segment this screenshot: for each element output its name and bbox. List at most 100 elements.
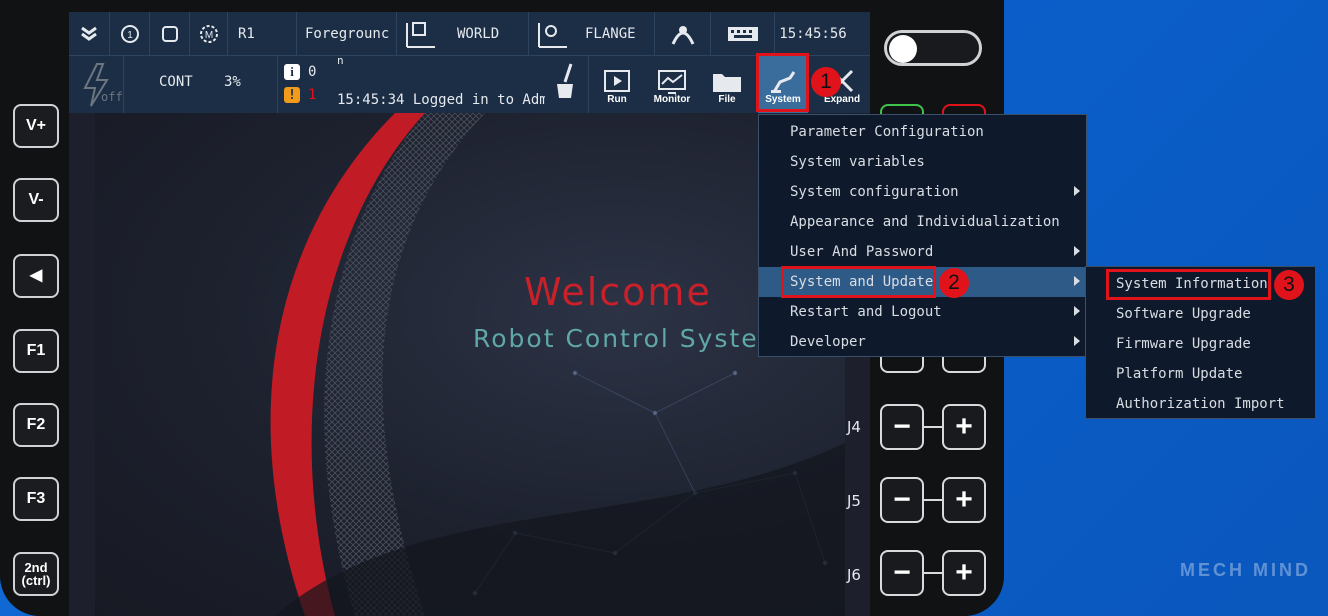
tool-frame-label: FLANGE (585, 25, 636, 42)
run-label: Run (607, 94, 627, 105)
jog-j3-minus-key[interactable] (880, 357, 924, 373)
f1-key[interactable]: F1 (13, 329, 59, 373)
menu-item-system-variables[interactable]: System variables (759, 147, 1086, 177)
jog-j3-plus-key[interactable] (942, 357, 986, 373)
monitor-icon (658, 70, 686, 94)
highlight-system-button (756, 53, 809, 112)
jog-j4-connector (924, 426, 942, 428)
submenu-arrow-icon (1074, 186, 1080, 196)
menu-item-system-configuration[interactable]: System configuration (759, 177, 1086, 207)
info-counter[interactable]: i 0 (284, 64, 316, 80)
info-count: 0 (308, 64, 317, 80)
toolbar: off CONT 3% i 0 ! 1 n 15:45:34 Logged in… (69, 54, 870, 113)
main-content (69, 113, 870, 616)
run-button[interactable]: Run (597, 56, 637, 113)
mechmind-watermark: MECH MIND (1180, 560, 1311, 580)
system-menu: Parameter Configuration System variables… (758, 114, 1087, 357)
enable-toggle[interactable] (884, 30, 982, 66)
clear-log-icon[interactable] (553, 62, 579, 106)
stop-state-icon[interactable] (150, 12, 190, 55)
menu-item-label: Appearance and Individualization (790, 214, 1060, 230)
power-indicator[interactable]: off (69, 56, 124, 113)
program-mode[interactable]: Foregrounc (297, 12, 397, 55)
jog-j6: − + (880, 550, 988, 596)
monitor-button[interactable]: Monitor (649, 56, 695, 113)
info-icon: i (284, 64, 300, 80)
joint-j4-label: J4 (847, 418, 861, 436)
toggle-knob (889, 35, 917, 63)
submenu-item-label: Firmware Upgrade (1116, 336, 1251, 352)
submenu-item-platform-update[interactable]: Platform Update (1086, 359, 1315, 389)
back-key[interactable]: ◀ (13, 254, 59, 298)
keyboard-icon[interactable] (711, 12, 775, 55)
menu-item-label: System configuration (790, 184, 959, 200)
menu-item-restart-logout[interactable]: Restart and Logout (759, 297, 1086, 327)
run-mode[interactable]: CONT (159, 74, 193, 90)
jog-j5-minus-key[interactable]: − (880, 477, 924, 523)
coordinate-frame[interactable]: WORLD (397, 12, 529, 55)
callout-1: 1 (811, 67, 841, 97)
menu-item-appearance[interactable]: Appearance and Individualization (759, 207, 1086, 237)
menu-item-parameter-configuration[interactable]: Parameter Configuration (759, 117, 1086, 147)
menu-item-label: System variables (790, 154, 925, 170)
run-icon (604, 70, 630, 92)
menu-item-label: Parameter Configuration (790, 124, 984, 140)
toolbar-divider (588, 56, 589, 113)
log-fragment: n (337, 54, 344, 67)
folder-icon (713, 74, 741, 92)
warning-counter[interactable]: ! 1 (284, 87, 316, 103)
jog-j4: − + (880, 404, 988, 450)
flange-frame-icon (538, 22, 567, 48)
file-button[interactable]: File (707, 56, 747, 113)
welcome-background (95, 113, 845, 616)
jog-j6-minus-key[interactable]: − (880, 550, 924, 596)
speed-up-key[interactable]: V+ (13, 104, 59, 148)
file-label: File (718, 94, 736, 105)
submenu-arrow-icon (1074, 336, 1080, 346)
jog-j5-connector (924, 499, 942, 501)
manual-mode-icon[interactable]: M (190, 12, 228, 55)
step-mode-icon[interactable]: 1 (110, 12, 150, 55)
jog-j4-minus-key[interactable]: − (880, 404, 924, 450)
jog-j4-plus-key[interactable]: + (942, 404, 986, 450)
submenu-item-firmware-upgrade[interactable]: Firmware Upgrade (1086, 329, 1315, 359)
highlight-system-and-update (781, 266, 936, 298)
coordinate-frame-label: WORLD (457, 25, 500, 42)
submenu-item-label: Authorization Import (1116, 396, 1285, 412)
robot-name[interactable]: R1 (228, 12, 297, 55)
power-state-label: off (101, 90, 123, 104)
pendant-screen: 1 M R1 Foregrounc WORLD FLANGE 15:45:56 … (69, 12, 870, 616)
submenu-item-label: Software Upgrade (1116, 306, 1251, 322)
toolbar-divider (277, 56, 278, 113)
joint-j5-label: J5 (847, 492, 861, 510)
f3-key[interactable]: F3 (13, 477, 59, 521)
welcome-subtitle: Robot Control System (473, 324, 763, 353)
joint-j6-label: J6 (847, 566, 861, 584)
submenu-arrow-icon (1074, 276, 1080, 286)
speed-down-key[interactable]: V- (13, 178, 59, 222)
jog-j6-plus-key[interactable]: + (942, 550, 986, 596)
status-bar: 1 M R1 Foregrounc WORLD FLANGE 15:45:56 (69, 12, 870, 55)
menu-item-user-password[interactable]: User And Password (759, 237, 1086, 267)
tool-frame[interactable]: FLANGE (529, 12, 655, 55)
collapse-icon[interactable] (69, 12, 110, 55)
jog-j6-connector (924, 572, 942, 574)
warning-count: 1 (308, 87, 317, 103)
speed-percent[interactable]: 3% (224, 74, 241, 90)
callout-2: 2 (939, 268, 969, 298)
submenu-arrow-icon (1074, 306, 1080, 316)
ctrl-key-label: (ctrl) (21, 573, 51, 588)
f2-key[interactable]: F2 (13, 403, 59, 447)
welcome-title: Welcome (524, 270, 712, 314)
world-frame-icon (406, 21, 435, 48)
log-message[interactable]: 15:45:34 Logged in to Admi (337, 92, 545, 108)
submenu-item-authorization-import[interactable]: Authorization Import (1086, 389, 1315, 419)
menu-item-developer[interactable]: Developer (759, 327, 1086, 357)
jog-j5-plus-key[interactable]: + (942, 477, 986, 523)
callout-3: 3 (1274, 270, 1304, 300)
submenu-item-software-upgrade[interactable]: Software Upgrade (1086, 299, 1315, 329)
robot-arm-icon[interactable] (655, 12, 711, 55)
second-ctrl-key[interactable]: 2nd (ctrl) (13, 552, 59, 596)
svg-text:1: 1 (127, 30, 133, 41)
svg-text:M: M (204, 30, 212, 41)
